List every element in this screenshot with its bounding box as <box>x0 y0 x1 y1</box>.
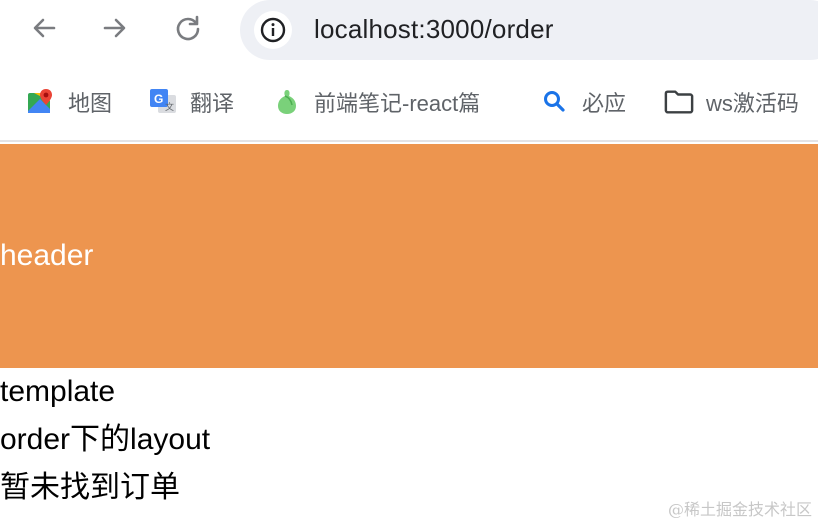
bookmark-label: 地图 <box>68 91 113 116</box>
app-header: header <box>0 144 818 368</box>
bookmark-bing[interactable]: 必应 <box>540 84 626 120</box>
google-maps-icon <box>26 87 56 117</box>
bookmark-folder-ws[interactable]: ws激活码 <box>664 84 799 120</box>
address-bar[interactable]: localhost:3000/order <box>240 0 818 60</box>
reload-icon <box>176 15 200 41</box>
arrow-right-icon <box>103 18 126 38</box>
watermark: @稀土掘金技术社区 <box>667 500 812 519</box>
notes-gourd-icon <box>272 87 302 117</box>
bookmark-maps[interactable]: 地图 <box>26 84 112 120</box>
reload-button[interactable] <box>174 14 202 42</box>
bookmarks-bar: 地图 G 文 翻译 前端笔记-react篇 必应 ws激活码 <box>0 62 818 142</box>
bookmark-translate[interactable]: G 文 翻译 <box>148 84 234 120</box>
bookmark-label: ws激活码 <box>706 91 799 116</box>
page-content: template order下的layout 暂未找到订单 <box>0 372 818 516</box>
arrow-left-icon <box>33 18 56 38</box>
layout-text: order下的layout <box>0 423 211 456</box>
bookmark-notes-react[interactable]: 前端笔记-react篇 <box>272 84 480 120</box>
url-text[interactable]: localhost:3000/order <box>314 14 554 45</box>
folder-icon <box>664 87 694 117</box>
google-translate-icon: G 文 <box>148 87 178 117</box>
site-info-icon[interactable] <box>254 11 292 49</box>
svg-text:G: G <box>154 92 163 106</box>
bookmark-label: 翻译 <box>190 91 235 116</box>
header-text: header <box>0 239 94 272</box>
bookmark-label: 前端笔记-react篇 <box>314 91 481 116</box>
svg-text:文: 文 <box>165 101 174 113</box>
bookmark-label: 必应 <box>582 91 627 116</box>
back-button[interactable] <box>30 14 58 42</box>
forward-button[interactable] <box>101 14 129 42</box>
browser-toolbar: localhost:3000/order <box>0 0 818 62</box>
search-icon <box>540 87 570 117</box>
template-text: template <box>0 375 116 408</box>
